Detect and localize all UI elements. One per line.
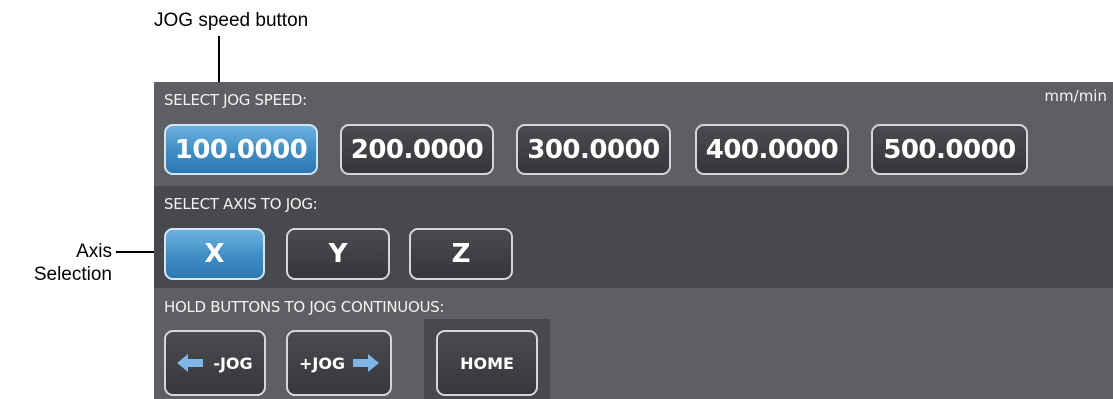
jog-plus-label: +JOG bbox=[298, 353, 346, 373]
jog-speed-callout-line bbox=[218, 36, 220, 83]
axis-callout-line1: Axis bbox=[76, 241, 112, 262]
axis-button-z[interactable]: Z bbox=[409, 228, 513, 280]
speed-button-500[interactable]: 500.0000 bbox=[871, 124, 1028, 175]
jog-speed-callout: JOG speed button bbox=[154, 10, 309, 31]
continuous-jog-section: HOLD BUTTONS TO JOG CONTINUOUS: -JOG +JO… bbox=[154, 288, 1113, 399]
axis-selection-callout-line bbox=[116, 251, 156, 253]
jog-speed-section: SELECT JOG SPEED: mm/min 100.0000 200.00… bbox=[154, 82, 1113, 186]
speed-button-300[interactable]: 300.0000 bbox=[516, 124, 671, 175]
axis-label: SELECT AXIS TO JOG: bbox=[164, 195, 318, 213]
continuous-jog-label: HOLD BUTTONS TO JOG CONTINUOUS: bbox=[164, 298, 445, 316]
axis-section: SELECT AXIS TO JOG: X Y Z bbox=[154, 186, 1113, 288]
axis-button-x[interactable]: X bbox=[164, 228, 265, 280]
jog-minus-button[interactable]: -JOG bbox=[164, 330, 266, 396]
speed-button-400[interactable]: 400.0000 bbox=[695, 124, 849, 175]
axis-button-y[interactable]: Y bbox=[286, 228, 390, 280]
jog-panel: SELECT JOG SPEED: mm/min 100.0000 200.00… bbox=[154, 82, 1113, 399]
jog-plus-button[interactable]: +JOG bbox=[286, 330, 392, 396]
speed-button-100[interactable]: 100.0000 bbox=[164, 124, 318, 175]
jog-minus-label: -JOG bbox=[213, 353, 253, 373]
arrow-right-icon bbox=[353, 354, 380, 372]
arrow-left-icon bbox=[177, 354, 204, 372]
axis-callout-line2: Selection bbox=[33, 264, 112, 285]
speed-units: mm/min bbox=[1044, 87, 1107, 105]
axis-selection-callout: Axis Selection bbox=[6, 240, 112, 286]
home-button[interactable]: HOME bbox=[436, 330, 538, 396]
jog-speed-label: SELECT JOG SPEED: bbox=[164, 91, 307, 109]
speed-button-200[interactable]: 200.0000 bbox=[340, 124, 494, 175]
